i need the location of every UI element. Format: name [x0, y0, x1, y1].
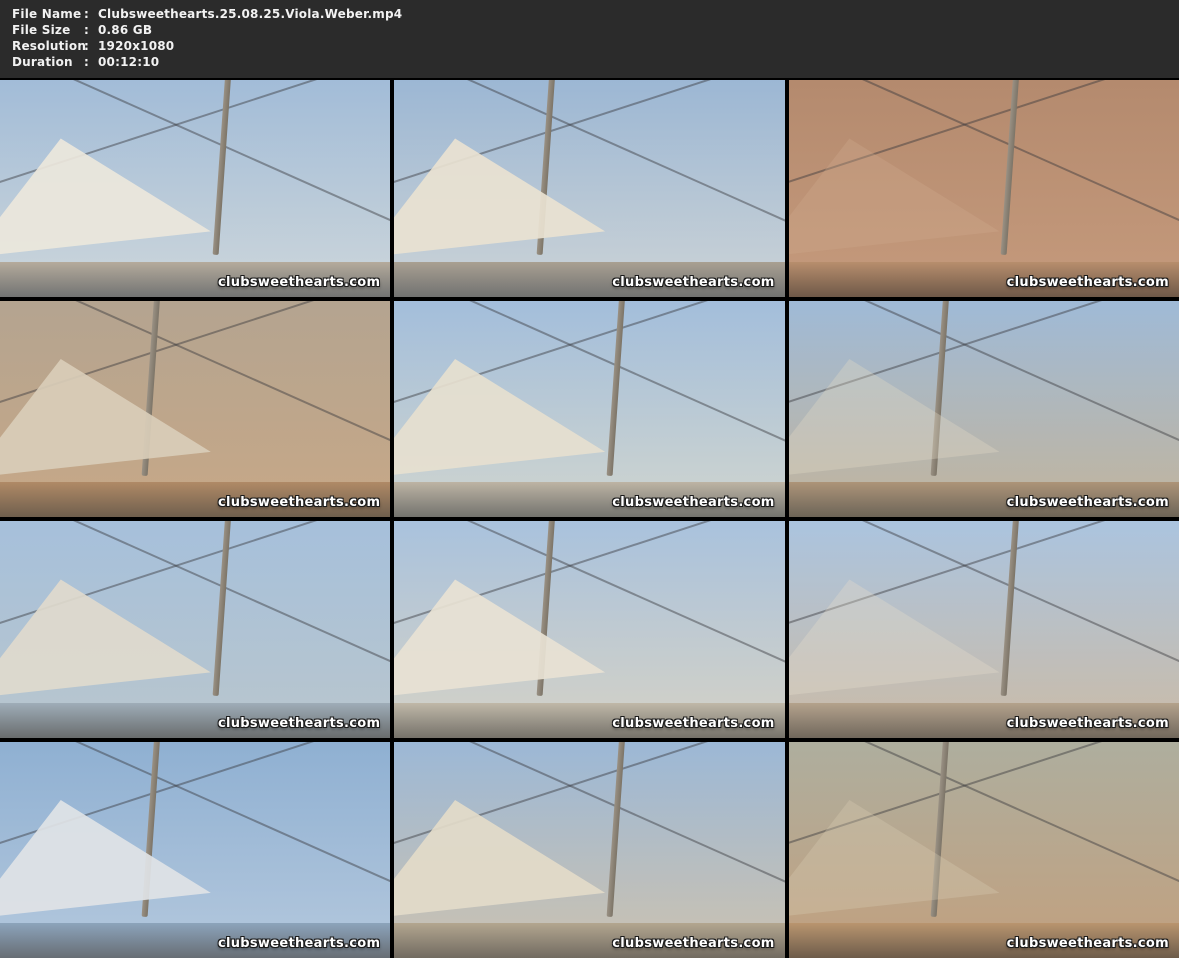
video-thumbnail: clubsweethearts.com — [394, 521, 785, 738]
sail-icon — [0, 799, 211, 920]
metadata-row: File Name : Clubsweethearts.25.08.25.Vio… — [12, 7, 1179, 23]
sail-icon — [788, 358, 1000, 479]
mast-icon — [1000, 80, 1020, 256]
watermark-text: clubsweethearts.com — [217, 936, 381, 951]
mast-icon — [212, 521, 231, 697]
metadata-label: Duration — [12, 55, 73, 69]
metadata-header: File Name : Clubsweethearts.25.08.25.Vio… — [0, 0, 1179, 78]
sail-icon — [394, 138, 606, 258]
metadata-row: Duration : 00:12:10 — [12, 55, 1179, 71]
video-thumbnail: clubsweethearts.com — [0, 741, 391, 958]
metadata-separator: : — [84, 7, 89, 21]
watermark-text: clubsweethearts.com — [1006, 936, 1169, 951]
watermark-text: clubsweethearts.com — [612, 936, 775, 951]
watermark-text: clubsweethearts.com — [217, 715, 381, 731]
mast-icon — [1000, 521, 1020, 697]
watermark-text: clubsweethearts.com — [1006, 274, 1169, 290]
metadata-value: Clubsweethearts.25.08.25.Viola.Weber.mp4 — [98, 7, 403, 21]
sail-icon — [788, 138, 1000, 258]
watermark-text: clubsweethearts.com — [1006, 715, 1169, 731]
metadata-separator: : — [84, 55, 89, 69]
metadata-label: File Size — [12, 23, 71, 37]
metadata-row: File Size : 0.86 GB — [12, 23, 1179, 39]
metadata-value: 1920x1080 — [98, 39, 175, 53]
sail-icon — [394, 579, 606, 699]
metadata-label: Resolution — [12, 39, 87, 53]
sail-icon — [0, 138, 211, 258]
sail-icon — [788, 579, 1000, 699]
video-thumbnail: clubsweethearts.com — [394, 300, 785, 517]
video-thumbnail: clubsweethearts.com — [788, 521, 1179, 738]
video-thumbnail: clubsweethearts.com — [788, 741, 1179, 958]
metadata-separator: : — [84, 23, 89, 37]
metadata-value: 0.86 GB — [98, 23, 153, 37]
watermark-text: clubsweethearts.com — [217, 495, 381, 510]
mast-icon — [606, 741, 626, 917]
metadata-value: 00:12:10 — [98, 55, 160, 69]
video-thumbnail: clubsweethearts.com — [0, 300, 391, 517]
watermark-text: clubsweethearts.com — [1006, 495, 1169, 510]
watermark-text: clubsweethearts.com — [612, 495, 775, 510]
sail-icon — [394, 799, 606, 920]
sail-icon — [394, 358, 606, 479]
sail-icon — [788, 799, 1000, 920]
metadata-label: File Name — [12, 7, 82, 21]
mast-icon — [212, 80, 231, 256]
watermark-text: clubsweethearts.com — [612, 715, 775, 731]
thumbnail-grid: clubsweethearts.com clubsweethearts.com … — [0, 80, 1179, 958]
contact-sheet: File Name : Clubsweethearts.25.08.25.Vio… — [0, 0, 1179, 958]
video-thumbnail: clubsweethearts.com — [394, 741, 785, 958]
video-thumbnail: clubsweethearts.com — [0, 80, 391, 297]
watermark-text: clubsweethearts.com — [217, 274, 381, 290]
sail-icon — [0, 579, 211, 699]
sail-icon — [0, 358, 211, 479]
mast-icon — [606, 300, 626, 476]
video-thumbnail: clubsweethearts.com — [0, 521, 391, 738]
video-thumbnail: clubsweethearts.com — [788, 300, 1179, 517]
video-thumbnail: clubsweethearts.com — [394, 80, 785, 297]
watermark-text: clubsweethearts.com — [612, 274, 775, 290]
video-thumbnail: clubsweethearts.com — [788, 80, 1179, 297]
metadata-separator: : — [84, 39, 89, 53]
metadata-row: Resolution : 1920x1080 — [12, 39, 1179, 55]
